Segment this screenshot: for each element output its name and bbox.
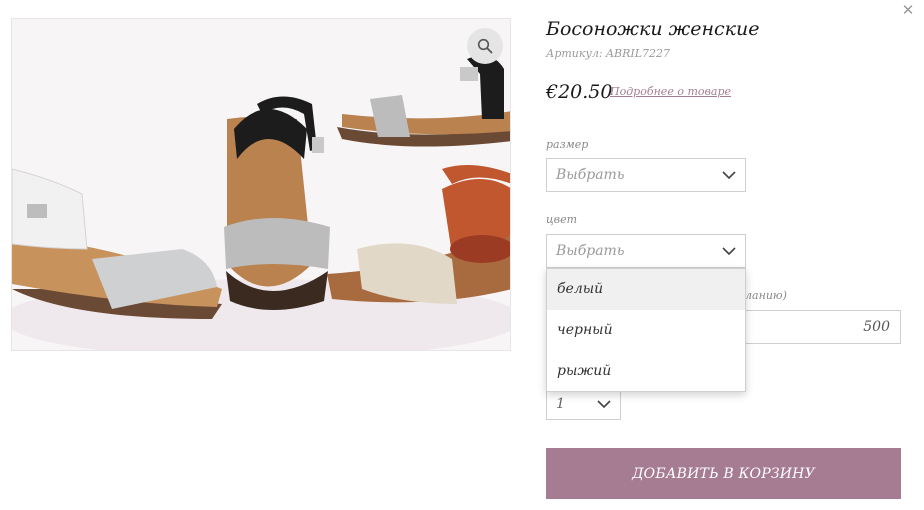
quantity-select[interactable]: 1 — [546, 389, 621, 420]
amount-value: 500 — [863, 319, 890, 335]
size-label: размер — [546, 138, 589, 151]
quantity-value: 1 — [556, 396, 565, 412]
more-details-link[interactable]: Подробнее о товаре — [610, 85, 731, 98]
product-image — [11, 18, 511, 351]
close-icon[interactable]: ✕ — [900, 2, 916, 18]
amount-input[interactable]: 500 — [740, 310, 901, 344]
add-to-cart-button[interactable]: ДОБАВИТЬ В КОРЗИНУ — [546, 448, 901, 499]
chevron-down-icon — [722, 171, 736, 180]
color-option-ginger[interactable]: рыжий — [547, 351, 745, 392]
chevron-down-icon — [597, 400, 611, 409]
color-select[interactable]: Выбрать — [546, 234, 746, 268]
zoom-button[interactable] — [467, 28, 503, 64]
size-select[interactable]: Выбрать — [546, 158, 746, 192]
color-dropdown: белый черный рыжий — [546, 268, 746, 392]
chevron-down-icon — [722, 247, 736, 256]
product-sku: Артикул: ABRIL7227 — [546, 47, 670, 60]
size-select-value: Выбрать — [556, 167, 625, 183]
sandals-photo — [12, 19, 510, 350]
product-price: €20.50 — [546, 81, 613, 103]
product-title: Босоножки женские — [546, 18, 760, 40]
color-option-white[interactable]: белый — [547, 269, 745, 310]
zoom-icon — [477, 38, 493, 54]
color-option-black[interactable]: черный — [547, 310, 745, 351]
color-label: цвет — [546, 213, 578, 226]
color-select-value: Выбрать — [556, 243, 625, 259]
